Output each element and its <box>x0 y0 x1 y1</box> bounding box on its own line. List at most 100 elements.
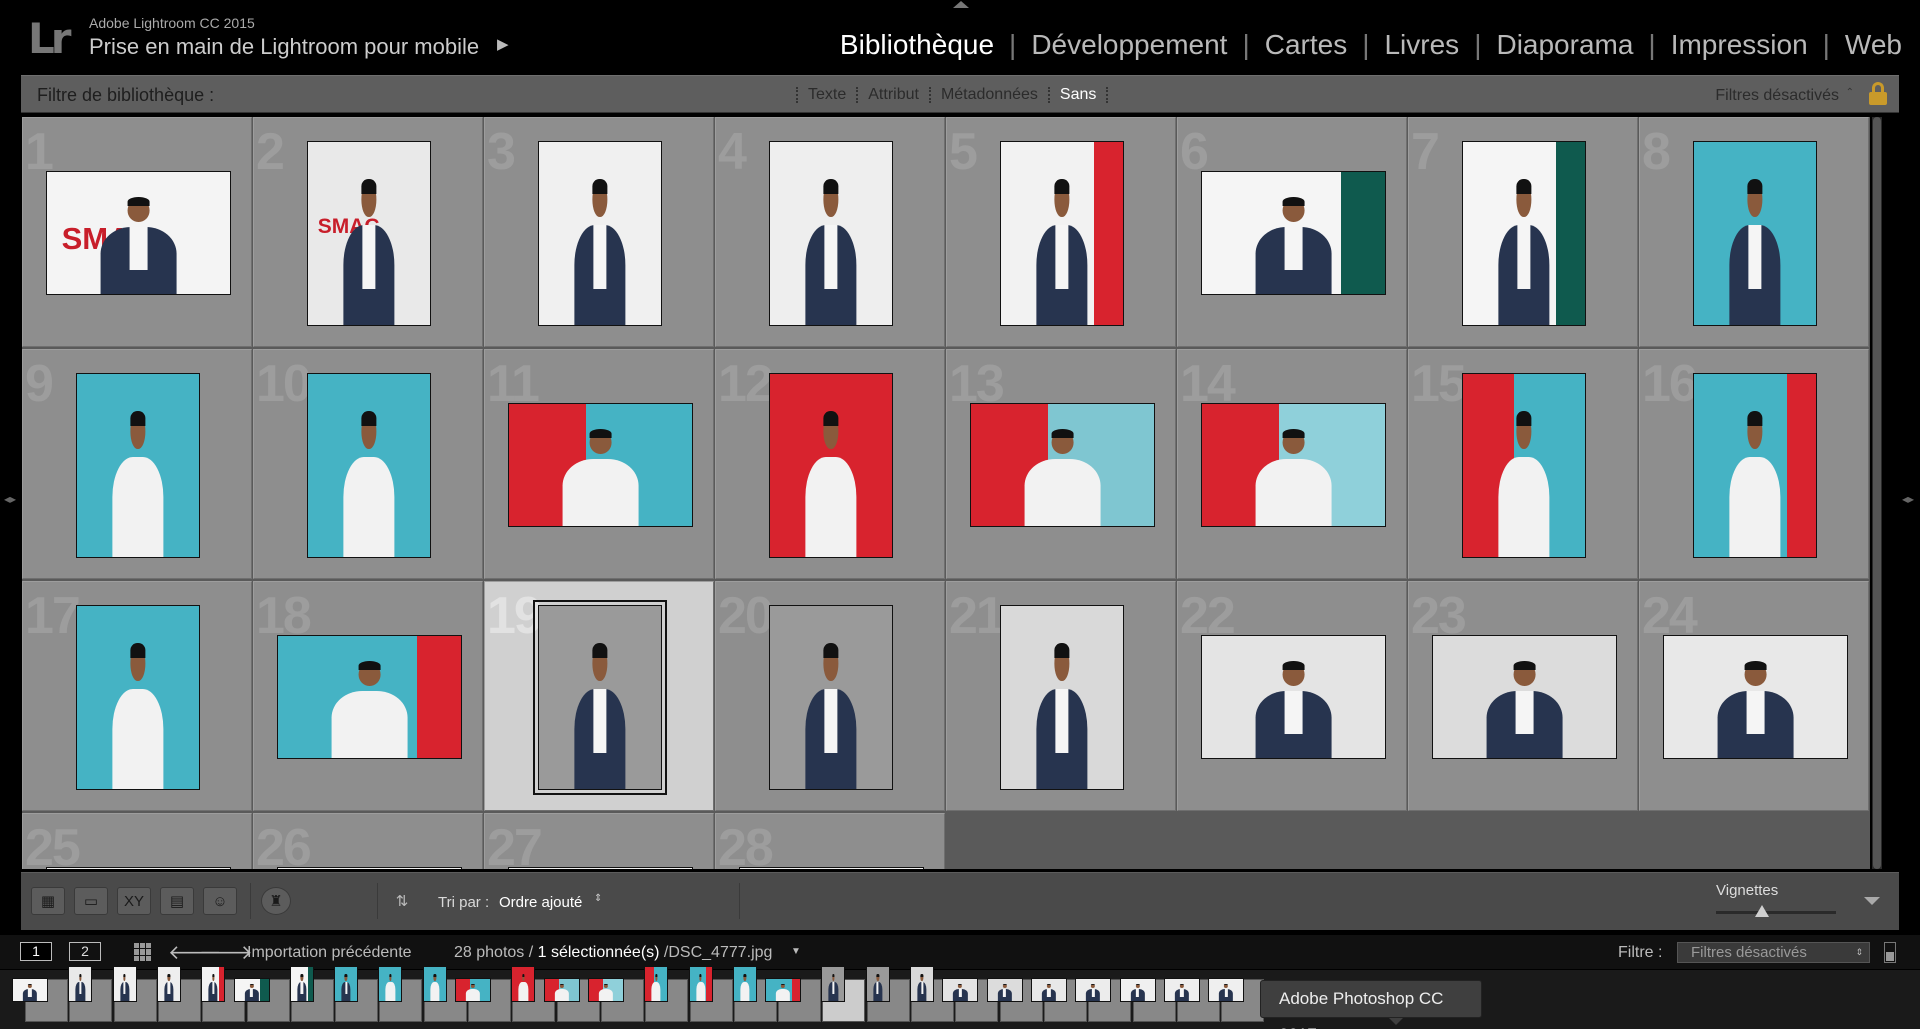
thumbnail-size-slider-track[interactable] <box>1716 911 1836 914</box>
photo-thumbnail[interactable] <box>769 605 893 790</box>
grid-cell[interactable]: 15 <box>1408 349 1638 579</box>
filmstrip-thumbnail[interactable] <box>765 978 822 1022</box>
filmstrip-thumbnail[interactable] <box>587 978 644 1022</box>
photo-thumbnail[interactable] <box>821 966 846 1002</box>
module-tab-2[interactable]: Cartes <box>1265 29 1347 61</box>
module-tab-5[interactable]: Impression <box>1671 29 1808 61</box>
photo-thumbnail[interactable] <box>76 605 200 790</box>
photo-thumbnail[interactable] <box>76 373 200 558</box>
photo-thumbnail[interactable] <box>156 966 181 1002</box>
grid-cell[interactable]: 23 <box>1408 581 1638 811</box>
photo-thumbnail[interactable] <box>587 978 624 1002</box>
forward-arrow-icon[interactable]: 🡒 <box>199 940 253 965</box>
activity-center-arrow-icon[interactable]: ▶ <box>497 35 509 53</box>
filmstrip-thumbnail[interactable] <box>112 966 157 1022</box>
filmstrip-thumbnail[interactable] <box>156 966 201 1022</box>
grid-cell[interactable]: 26 <box>253 813 483 869</box>
photo-thumbnail[interactable] <box>1693 141 1817 326</box>
filmstrip-thumbnail[interactable] <box>644 966 689 1022</box>
grid-cell[interactable]: 11 <box>484 349 714 579</box>
grid-cell[interactable]: 25 <box>22 813 252 869</box>
chevron-down-icon[interactable]: ▼ <box>791 946 801 957</box>
grid-cell[interactable]: 10 <box>253 349 483 579</box>
filmstrip-thumbnail[interactable] <box>455 978 511 1022</box>
grid-cell[interactable]: 18 <box>253 581 483 811</box>
photo-thumbnail[interactable]: SMAC <box>307 141 431 326</box>
photo-thumbnail[interactable] <box>1000 141 1124 326</box>
filter-tab-1[interactable]: Attribut <box>858 86 929 104</box>
grid-cell[interactable]: 5 <box>946 117 1176 347</box>
photo-thumbnail[interactable] <box>1208 978 1245 1002</box>
filter-tab-3[interactable]: Sans <box>1050 86 1106 104</box>
grid-cell[interactable]: 22 <box>1177 581 1407 811</box>
grid-scrollbar[interactable] <box>1872 117 1882 869</box>
photo-thumbnail[interactable]: SMAC <box>46 171 231 295</box>
filmstrip-thumbnail[interactable] <box>334 966 379 1022</box>
photo-thumbnail[interactable] <box>334 966 359 1002</box>
second-screen-button[interactable]: 2 <box>69 942 101 961</box>
module-tab-6[interactable]: Web <box>1845 29 1902 61</box>
catalog-name[interactable]: Prise en main de Lightroom pour mobile <box>89 34 479 60</box>
photo-thumbnail[interactable] <box>508 403 693 527</box>
photo-thumbnail[interactable] <box>732 966 757 1002</box>
grid-cell[interactable]: 28 <box>715 813 945 869</box>
photo-thumbnail[interactable] <box>12 978 48 1002</box>
filmstrip-source[interactable]: Importation précédente <box>247 944 412 962</box>
filter-switch[interactable] <box>1884 942 1896 963</box>
photo-thumbnail[interactable] <box>865 966 890 1002</box>
photo-thumbnail[interactable] <box>688 966 713 1002</box>
photo-thumbnail[interactable] <box>378 966 403 1002</box>
module-tab-3[interactable]: Livres <box>1384 29 1459 61</box>
photo-thumbnail[interactable] <box>942 978 979 1002</box>
photo-thumbnail[interactable] <box>511 966 536 1002</box>
filter-tab-0[interactable]: Texte <box>798 86 856 104</box>
grid-cell[interactable]: 17 <box>22 581 252 811</box>
grid-cell[interactable]: 27 <box>484 813 714 869</box>
photo-thumbnail[interactable] <box>1000 605 1124 790</box>
photo-thumbnail[interactable] <box>538 141 662 326</box>
photo-thumbnail[interactable] <box>739 867 924 869</box>
module-tab-0[interactable]: Bibliothèque <box>840 29 994 61</box>
grid-cell[interactable]: 19 <box>484 581 714 811</box>
photo-thumbnail[interactable] <box>543 978 580 1002</box>
grid-cell[interactable]: 24 <box>1639 581 1869 811</box>
filmstrip-thumbnail[interactable] <box>12 978 68 1022</box>
compare-view-icon[interactable]: XY <box>117 887 151 915</box>
grid-icon[interactable] <box>134 943 152 961</box>
photo-thumbnail[interactable] <box>1693 373 1817 558</box>
thumbnail-size-slider-handle[interactable] <box>1754 905 1769 917</box>
grid-cell[interactable]: 16 <box>1639 349 1869 579</box>
photo-thumbnail[interactable] <box>112 966 137 1002</box>
photo-thumbnail[interactable] <box>765 978 802 1002</box>
photo-thumbnail[interactable] <box>455 978 491 1002</box>
sort-direction-icon[interactable]: ⇅ <box>385 887 419 915</box>
photo-thumbnail[interactable] <box>68 966 93 1002</box>
grid-cell[interactable]: 4 <box>715 117 945 347</box>
filmstrip-filter-select[interactable]: Filtres désactivés ⇕ <box>1677 942 1870 963</box>
photo-thumbnail[interactable] <box>910 966 934 1002</box>
lock-icon[interactable] <box>1869 82 1887 106</box>
sort-select[interactable]: Ordre ajouté <box>499 894 582 911</box>
filter-tab-2[interactable]: Métadonnées <box>931 86 1048 104</box>
main-screen-button[interactable]: 1 <box>20 942 52 961</box>
photo-thumbnail[interactable] <box>508 867 693 869</box>
photo-thumbnail[interactable] <box>769 141 893 326</box>
photo-thumbnail[interactable] <box>644 966 669 1002</box>
filmstrip-thumbnail[interactable] <box>289 966 334 1022</box>
grid-view-icon[interactable]: ▦ <box>31 887 65 915</box>
photo-thumbnail[interactable] <box>1432 635 1617 759</box>
photo-thumbnail[interactable] <box>1030 978 1067 1002</box>
toolbar-options-chevron-icon[interactable] <box>1864 897 1880 905</box>
photo-thumbnail[interactable] <box>533 600 667 795</box>
photo-thumbnail[interactable] <box>1201 403 1386 527</box>
photo-thumbnail[interactable] <box>1201 171 1386 295</box>
photo-thumbnail[interactable] <box>277 635 462 759</box>
photo-thumbnail[interactable] <box>986 978 1023 1002</box>
photo-thumbnail[interactable] <box>1201 635 1386 759</box>
photo-thumbnail[interactable] <box>1075 978 1112 1002</box>
grid-cell[interactable]: 21 <box>946 581 1176 811</box>
photo-thumbnail[interactable] <box>277 867 462 869</box>
top-panel-toggle-icon[interactable] <box>953 1 969 8</box>
photo-thumbnail[interactable] <box>422 966 447 1002</box>
people-view-icon[interactable]: ☺ <box>203 887 237 915</box>
